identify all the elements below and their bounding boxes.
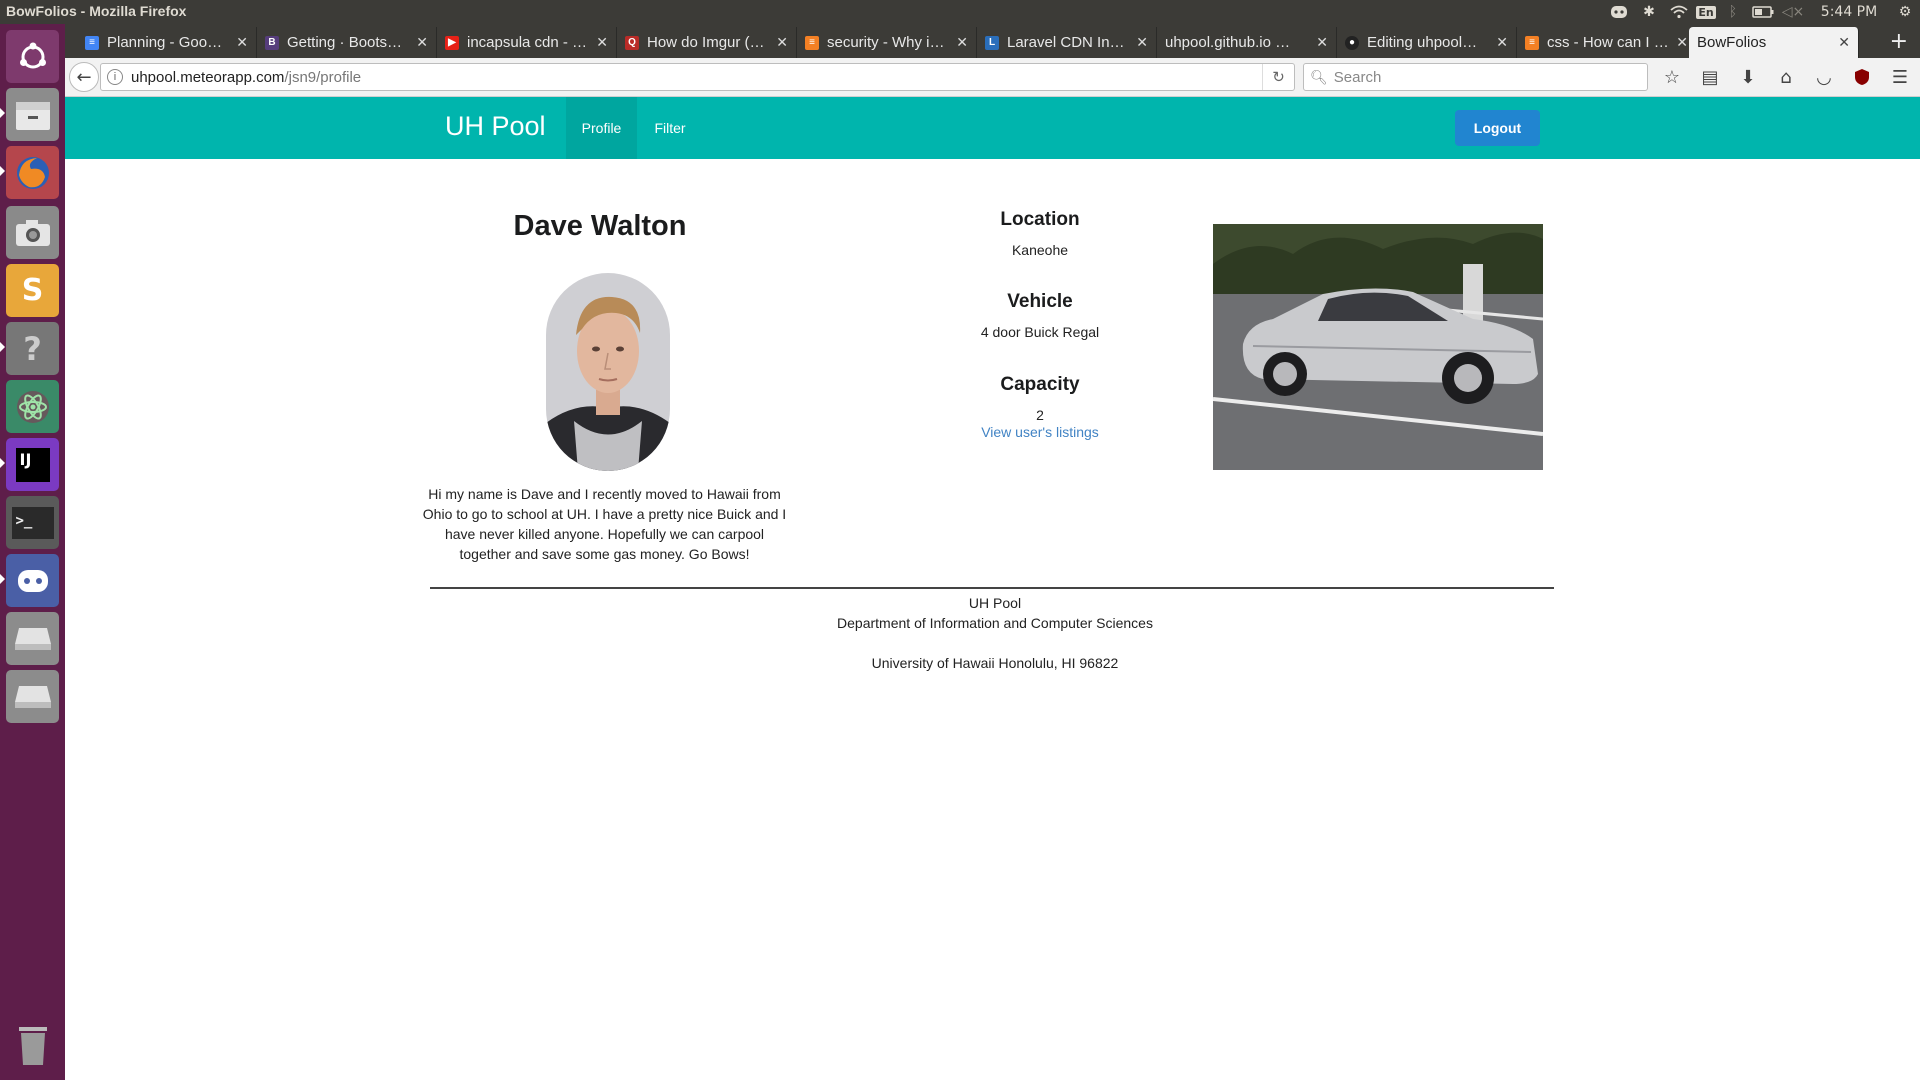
close-tab-icon[interactable]: ✕ [956,34,968,51]
discord-icon[interactable] [6,554,59,607]
google-docs-icon: ≡ [85,35,99,50]
ublock-icon[interactable] [1847,62,1877,92]
close-tab-icon[interactable]: ✕ [1136,34,1148,51]
discord-tray-icon[interactable] [1604,0,1634,24]
location-section: Location Kaneohe [915,209,1165,258]
browser-tab[interactable]: uhpool.github.io … ✕ [1157,27,1337,58]
browser-tab[interactable]: ≡ security - Why i… ✕ [797,27,977,58]
running-indicator [0,574,5,584]
clock[interactable]: 5:44 PM [1808,0,1890,24]
close-tab-icon[interactable]: ✕ [416,34,428,51]
terminal-icon[interactable]: >_ [6,496,59,549]
pocket-icon[interactable]: ◡ [1809,62,1839,92]
ubuntu-dash-icon[interactable] [6,30,59,83]
bookmark-star-icon[interactable]: ☆ [1657,62,1687,92]
new-tab-icon[interactable]: + [1890,29,1908,54]
footer-link[interactable]: UH Pool [725,595,1265,611]
screenshot-icon[interactable] [6,206,59,259]
system-indicators: ✱ En ᛒ ◁× 5:44 PM ⚙ [1604,0,1920,24]
github-icon: ● [1345,35,1359,50]
help-icon[interactable]: ? [6,322,59,375]
downloads-icon[interactable]: ⬇ [1733,62,1763,92]
vehicle-heading: Vehicle [1007,291,1073,312]
intellij-icon[interactable]: IJ [6,438,59,491]
battery-icon[interactable] [1748,0,1778,24]
stackoverflow-icon: ≡ [805,35,819,50]
reading-list-icon[interactable]: ▤ [1695,62,1725,92]
firefox-icon[interactable] [6,146,59,199]
browser-tab-strip: ≡ Planning - Goo… ✕ B Getting · Boots… ✕… [65,24,1920,58]
youtube-icon: ▶ [445,35,459,50]
laravel-icon: L [985,35,999,50]
system-top-bar: BowFolios - Mozilla Firefox ✱ En ᛒ ◁× 5:… [0,0,1920,24]
browser-tab-active[interactable]: BowFolios ✕ [1689,27,1859,58]
settings-tray-icon[interactable]: ✱ [1634,0,1664,24]
vehicle-value: 4 door Buick Regal [980,324,1100,340]
browser-tab[interactable]: ▶ incapsula cdn - … ✕ [437,27,617,58]
close-tab-icon[interactable]: ✕ [776,34,788,51]
menu-hamburger-icon[interactable]: ☰ [1885,62,1915,92]
logout-button[interactable]: Logout [1455,110,1540,146]
close-tab-icon[interactable]: ✕ [1838,34,1850,51]
trash-icon[interactable] [6,1018,59,1071]
close-tab-icon[interactable]: ✕ [1676,34,1688,51]
search-input[interactable]: 🔍︎ Search [1303,63,1648,91]
browser-tab[interactable]: B Getting · Boots… ✕ [257,27,437,58]
bluetooth-icon[interactable]: ᛒ [1718,0,1748,24]
location-heading: Location [1000,209,1080,230]
session-gear-icon[interactable]: ⚙ [1890,0,1920,24]
vehicle-section: Vehicle 4 door Buick Regal [915,291,1165,340]
capacity-heading: Capacity [1000,374,1080,395]
profile-bio: Hi my name is Dave and I recently moved … [422,486,787,562]
close-tab-icon[interactable]: ✕ [236,34,248,51]
brand-link[interactable]: UH Pool [445,111,546,142]
back-arrow-icon[interactable]: ← [69,62,99,92]
browser-tab[interactable]: ≡ css - How can I … ✕ [1517,27,1697,58]
atom-icon[interactable] [6,380,59,433]
reload-icon[interactable]: ↻ [1262,64,1294,90]
wifi-icon[interactable] [1664,0,1694,24]
drive-icon[interactable] [6,612,59,665]
browser-tab[interactable]: Q How do Imgur (… ✕ [617,27,797,58]
nav-filter[interactable]: Filter [637,97,703,159]
close-tab-icon[interactable]: ✕ [1316,34,1328,51]
launcher: S ? IJ >_ [0,24,65,1080]
browser-tab[interactable]: L Laravel CDN In… ✕ [977,27,1157,58]
location-value: Kaneohe [1011,242,1069,258]
close-tab-icon[interactable]: ✕ [596,34,608,51]
profile-avatar [546,273,670,471]
footer-address: University of Hawaii Honolulu, HI 96822 [871,655,1119,671]
quora-icon: Q [625,35,639,50]
web-page: UH Pool Profile Filter Logout Dave Walto… [65,97,1920,1080]
capacity-value: 2 [1036,407,1044,423]
close-tab-icon[interactable]: ✕ [1496,34,1508,51]
search-icon: 🔍︎ [1310,68,1328,85]
window-title: BowFolios - Mozilla Firefox [6,3,187,19]
home-icon[interactable]: ⌂ [1771,62,1801,92]
app-navbar: UH Pool Profile Filter Logout [65,97,1920,159]
stackoverflow-icon: ≡ [1525,35,1539,50]
running-indicator [0,342,5,352]
running-indicator [0,108,5,118]
running-indicator [0,166,5,176]
browser-tab[interactable]: ● Editing uhpool… ✕ [1337,27,1517,58]
browser-toolbar: ← i uhpool.meteorapp.com /jsn9/profile ↻… [65,58,1920,97]
bootstrap-icon: B [265,35,279,50]
profile-name: Dave Walton [513,210,687,242]
files-icon[interactable] [6,88,59,141]
footer-divider [430,587,1554,589]
site-info-icon[interactable]: i [107,69,123,85]
slack-icon[interactable]: S [6,264,59,317]
capacity-section: Capacity 2 View user's listings [915,374,1165,440]
footer-department: Department of Information and Computer S… [837,615,1153,631]
view-listings-link[interactable]: View user's listings [915,424,1165,440]
browser-tab[interactable]: ≡ Planning - Goo… ✕ [77,27,257,58]
keyboard-layout-indicator[interactable]: En [1694,0,1718,24]
nav-profile[interactable]: Profile [566,97,637,159]
running-indicator [0,458,5,468]
volume-muted-icon[interactable]: ◁× [1778,0,1808,24]
vehicle-photo [1213,224,1543,470]
drive-icon[interactable] [6,670,59,723]
url-bar[interactable]: i uhpool.meteorapp.com /jsn9/profile ↻ [100,63,1295,91]
